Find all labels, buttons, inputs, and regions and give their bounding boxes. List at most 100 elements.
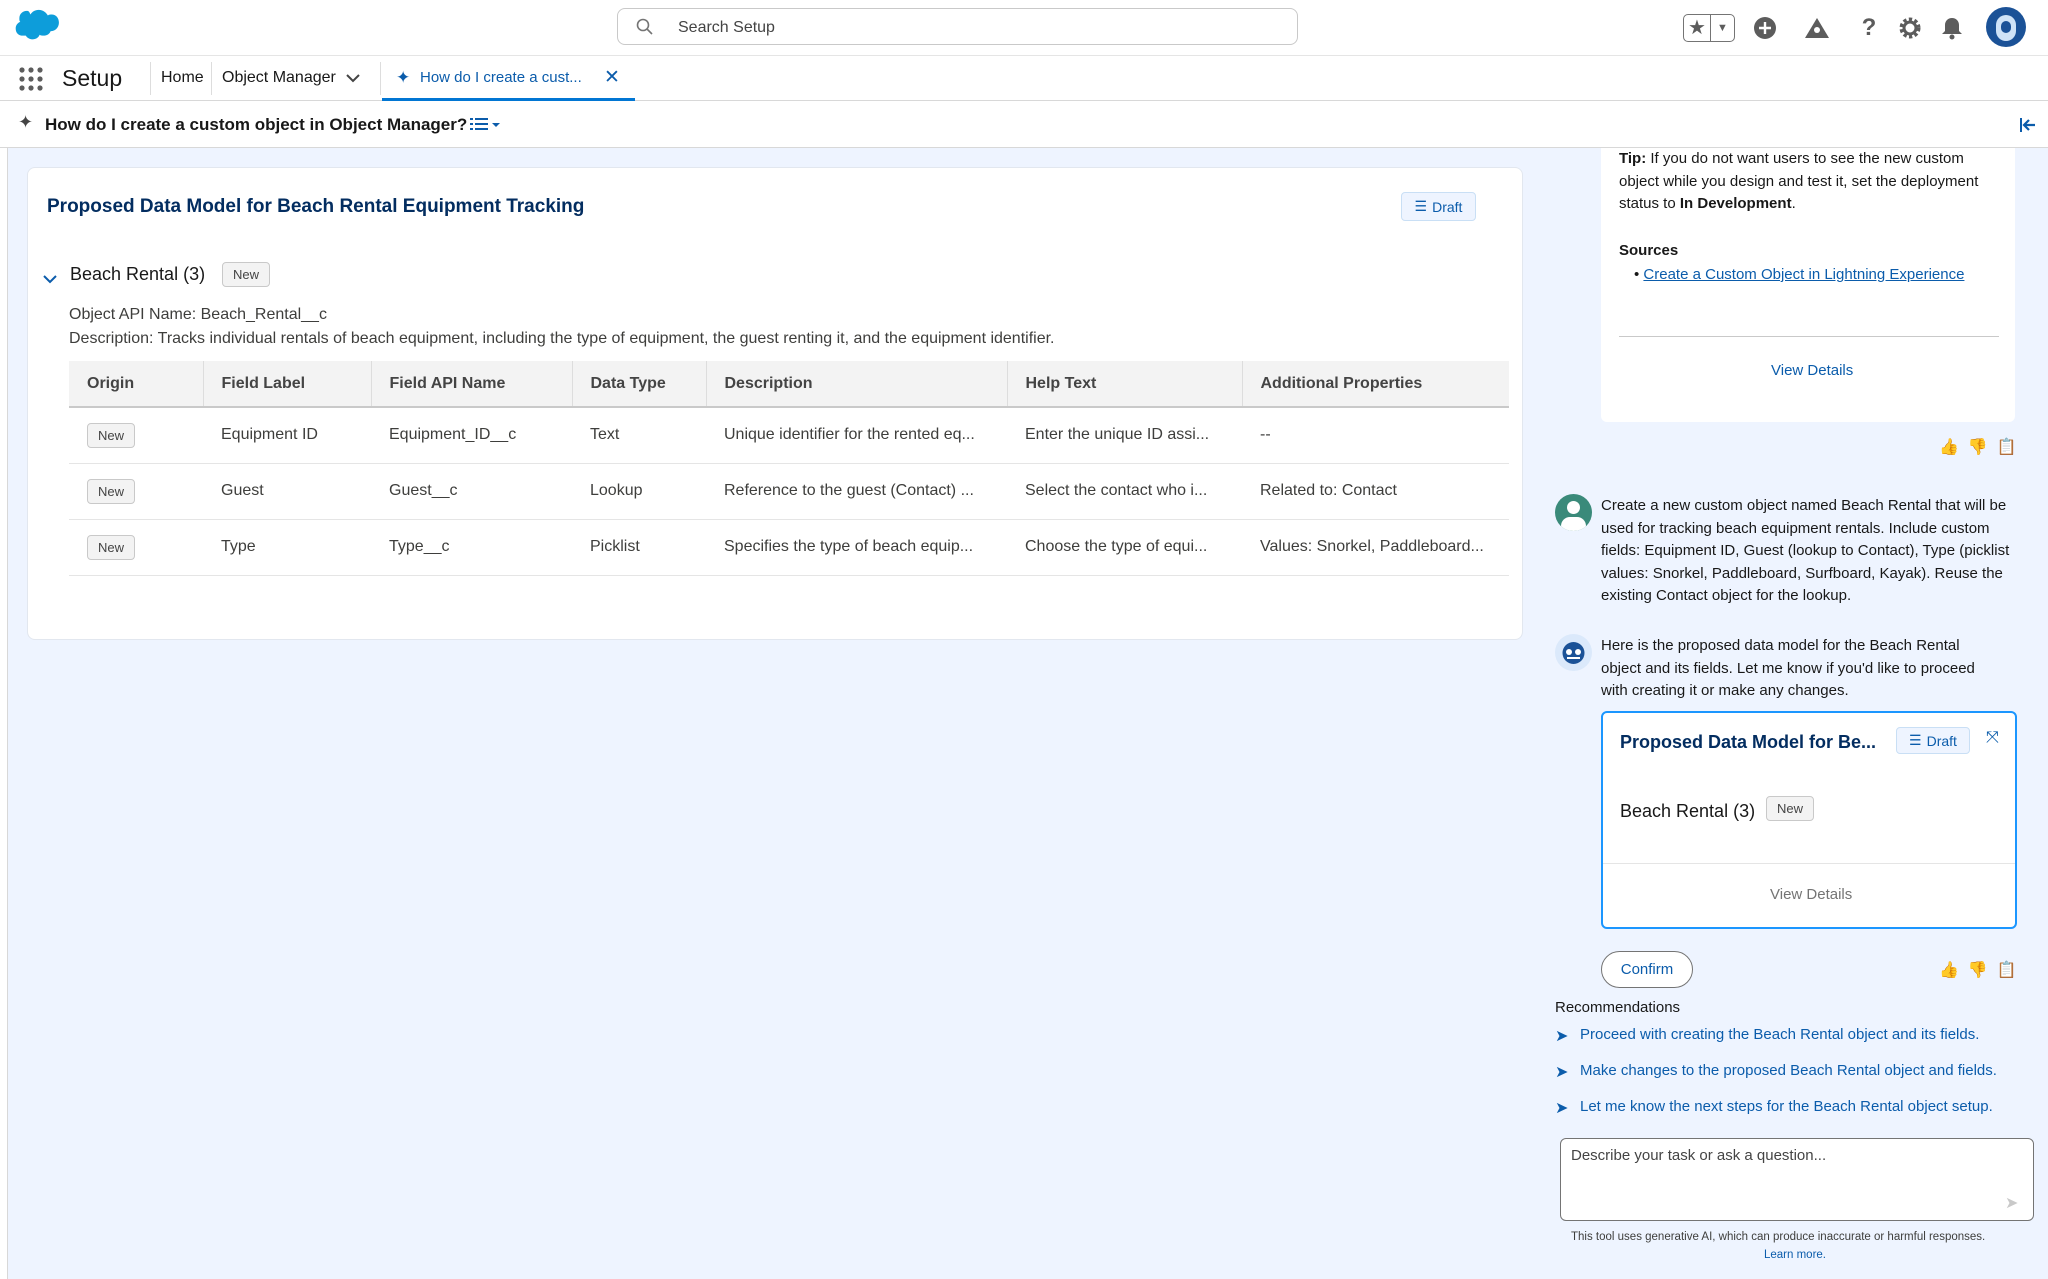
view-details-link[interactable]: View Details xyxy=(1770,886,1852,903)
divider xyxy=(150,62,151,95)
copy-icon[interactable]: 📋 xyxy=(1997,437,2017,457)
feedback-group: 👍 👎 📋 xyxy=(1939,437,2017,457)
tip-line: object while you design and test it, set… xyxy=(1619,172,1979,190)
copy-icon[interactable]: 📋 xyxy=(1997,960,2017,980)
field-api-cell: Equipment_ID__c xyxy=(371,407,572,464)
help-icon[interactable]: ? xyxy=(1855,14,1883,42)
feedback-group: 👍 👎 📋 xyxy=(1939,960,2017,980)
draft-label: Draft xyxy=(1432,198,1463,215)
tip-text: Tip: If you do not want users to see the… xyxy=(1619,148,2019,216)
recommendation-item[interactable]: Proceed with creating the Beach Rental o… xyxy=(1580,1026,1979,1043)
draft-button[interactable]: ☰ Draft xyxy=(1401,192,1476,221)
message-line: fields: Equipment ID, Guest (lookup to C… xyxy=(1601,542,2010,559)
global-header: Search Setup ★ ▼ ? xyxy=(0,0,2048,56)
column-header[interactable]: Help Text xyxy=(1007,361,1243,408)
help-text-cell: Enter the unique ID assi... xyxy=(1007,407,1242,464)
view-details-link[interactable]: View Details xyxy=(1771,362,1853,379)
star-icon: ★ xyxy=(1688,17,1706,39)
recommendation-item[interactable]: Let me know the next steps for the Beach… xyxy=(1580,1098,1993,1115)
search-icon xyxy=(636,18,654,41)
salesforce-logo[interactable] xyxy=(12,9,60,43)
ai-disclaimer: This tool uses generative AI, which can … xyxy=(1571,1231,1986,1243)
origin-cell: New xyxy=(69,407,203,464)
chevron-down-icon[interactable] xyxy=(345,71,361,89)
message-line: used for tracking beach equipment rental… xyxy=(1601,519,1990,537)
thumbs-down-icon[interactable]: 👎 xyxy=(1968,960,1988,980)
confirm-button[interactable]: Confirm xyxy=(1601,951,1693,988)
divider xyxy=(211,62,212,95)
tip-punctuation: . xyxy=(1791,195,1796,212)
thumbs-up-icon[interactable]: 👍 xyxy=(1939,960,1959,980)
sources-label: Sources xyxy=(1619,242,1679,259)
user-message: Create a new custom object named Beach R… xyxy=(1601,495,2041,608)
table-header: Origin Field Label Field API Name Data T… xyxy=(69,361,1509,408)
close-icon[interactable]: ✕ xyxy=(604,66,620,89)
source-link[interactable]: Create a Custom Object in Lightning Expe… xyxy=(1643,266,1964,283)
tab-ai-question-label: How do I create a cust... xyxy=(420,69,582,86)
list-view-icon[interactable] xyxy=(470,115,504,138)
description-cell: Reference to the guest (Contact) ... xyxy=(706,463,1007,520)
message-line: with creating it or make any changes. xyxy=(1601,682,1849,699)
thumbs-up-icon[interactable]: 👍 xyxy=(1939,437,1959,457)
field-label-cell: Equipment ID xyxy=(203,407,371,464)
properties-cell: -- xyxy=(1242,407,1509,464)
origin-cell: New xyxy=(69,463,203,520)
draft-button[interactable]: ☰ Draft xyxy=(1896,727,1970,754)
field-api-cell: Guest__c xyxy=(371,463,572,520)
user-avatar-icon xyxy=(1555,494,1592,531)
new-badge: New xyxy=(87,478,136,504)
data-type-cell: Lookup xyxy=(572,463,706,520)
tab-home[interactable]: Home xyxy=(161,69,204,87)
column-header[interactable]: Field Label xyxy=(203,361,372,408)
avatar[interactable] xyxy=(1986,7,2026,47)
column-header[interactable]: Additional Properties xyxy=(1242,361,1509,408)
table-row: New Equipment ID Equipment_ID__c Text Un… xyxy=(69,407,1509,464)
app-launcher-icon[interactable] xyxy=(18,67,44,91)
agent-message: Here is the proposed data model for the … xyxy=(1601,635,2021,703)
column-header[interactable]: Origin xyxy=(69,361,204,408)
chevron-down-icon[interactable]: ▼ xyxy=(1710,15,1734,41)
expand-icon[interactable]: ⤧ xyxy=(1986,729,1999,747)
mini-proposal-title: Proposed Data Model for Be... xyxy=(1620,732,1877,752)
tip-bold: In Development xyxy=(1679,195,1792,212)
new-badge: New xyxy=(222,262,271,287)
proposal-title: Proposed Data Model for Beach Rental Equ… xyxy=(47,196,585,217)
api-name-label: Object API Name: xyxy=(69,306,197,323)
api-name-value: Beach_Rental__c xyxy=(200,306,327,323)
collapse-panel-icon[interactable] xyxy=(2019,117,2037,138)
tab-ai-question[interactable]: ✦ How do I create a cust... ✕ xyxy=(382,56,635,101)
favorites-button[interactable]: ★ ▼ xyxy=(1683,14,1735,42)
properties-cell: Values: Snorkel, Paddleboard... xyxy=(1242,519,1509,576)
description-cell: Specifies the type of beach equip... xyxy=(706,519,1007,576)
search-input[interactable]: Search Setup xyxy=(617,8,1298,45)
new-badge: New xyxy=(87,422,136,448)
chat-input[interactable]: Describe your task or ask a question... … xyxy=(1560,1138,2034,1221)
add-icon[interactable] xyxy=(1751,14,1779,42)
learn-more-link[interactable]: Learn more. xyxy=(1764,1249,1826,1261)
new-badge: New xyxy=(87,534,136,560)
new-badge: New xyxy=(1766,796,1815,821)
column-header[interactable]: Data Type xyxy=(572,361,707,408)
page-title: How do I create a custom object in Objec… xyxy=(45,115,468,134)
gear-icon[interactable] xyxy=(1896,14,1924,42)
column-header[interactable]: Description xyxy=(706,361,1008,408)
chevron-down-icon[interactable] xyxy=(42,272,58,290)
divider xyxy=(1619,336,1999,337)
panel-header: ✦ How do I create a custom object in Obj… xyxy=(0,101,2048,148)
column-header[interactable]: Field API Name xyxy=(371,361,573,408)
tab-object-manager[interactable]: Object Manager xyxy=(222,69,336,87)
fields-table: Origin Field Label Field API Name Data T… xyxy=(69,361,1509,576)
mini-proposal-card[interactable]: Proposed Data Model for Be... ☰ Draft ⤧ B… xyxy=(1601,711,2017,929)
tip-bold: Tip: xyxy=(1619,150,1647,167)
proposal-card: Proposed Data Model for Beach Rental Equ… xyxy=(27,167,1523,640)
send-arrow-icon: ➤ xyxy=(1555,1028,1569,1045)
recommendation-item[interactable]: Make changes to the proposed Beach Renta… xyxy=(1580,1062,1997,1079)
description-line: Description: Tracks individual rentals o… xyxy=(69,330,1055,348)
thumbs-down-icon[interactable]: 👎 xyxy=(1968,437,1988,457)
help-text-cell: Select the contact who i... xyxy=(1007,463,1242,520)
notification-bell-icon[interactable] xyxy=(1938,14,1966,42)
api-name-line: Object API Name: Beach_Rental__c xyxy=(69,306,327,324)
trailhead-icon[interactable] xyxy=(1803,14,1831,42)
field-label-cell: Guest xyxy=(203,463,371,520)
send-icon[interactable]: ➤ xyxy=(2005,1193,2018,1213)
